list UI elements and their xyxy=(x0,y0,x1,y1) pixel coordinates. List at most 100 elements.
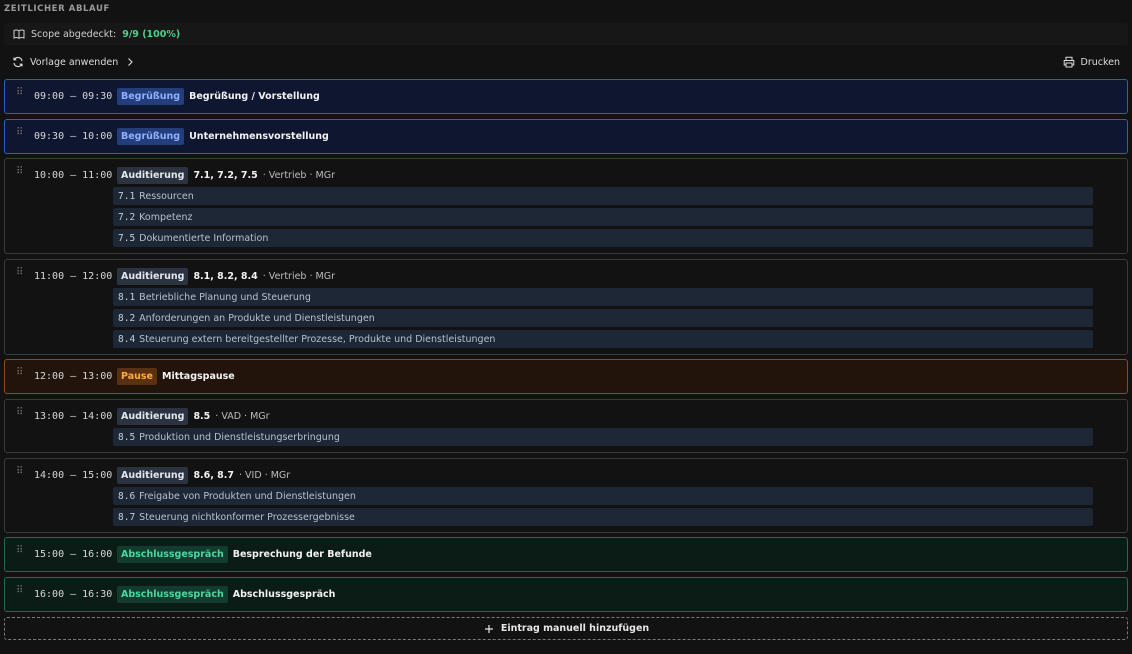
schedule-entry[interactable]: ⠿ 09:30 – 10:00 Begrüßung Unternehmensvo… xyxy=(4,119,1128,154)
entry-time: 16:00 – 16:30 xyxy=(34,588,113,600)
drag-handle-icon[interactable]: ⠿ xyxy=(16,586,23,596)
clause-number: 8.1 xyxy=(118,291,136,303)
clause-number: 8.6 xyxy=(118,490,136,502)
entry-header: 16:00 – 16:30 Abschlussgespräch Abschlus… xyxy=(34,584,335,604)
entry-type-badge: Abschlussgespräch xyxy=(117,545,228,563)
clause-number: 8.7 xyxy=(118,511,136,523)
clause-label: Ressourcen xyxy=(139,190,194,202)
entry-time: 09:30 – 10:00 xyxy=(34,130,113,142)
clause-item: 8.2 Anforderungen an Produkte und Dienstl… xyxy=(113,309,1093,327)
schedule-entry[interactable]: ⠿ 13:00 – 14:00 Auditierung 8.5 · VAD · … xyxy=(4,399,1128,453)
clause-number: 7.2 xyxy=(118,211,136,223)
schedule-entry[interactable]: ⠿ 09:00 – 09:30 Begrüßung Begrüßung / Vo… xyxy=(4,79,1128,114)
drag-handle-icon[interactable]: ⠿ xyxy=(16,88,23,98)
entry-type-badge: Auditierung xyxy=(117,267,189,285)
entry-meta: · Vertrieb · MGr xyxy=(262,169,335,181)
schedule-entry[interactable]: ⠿ 15:00 – 16:00 Abschlussgespräch Bespre… xyxy=(4,537,1128,572)
print-label: Drucken xyxy=(1080,56,1121,68)
refresh-icon xyxy=(13,56,23,68)
clause-label: Steuerung extern bereitgestellter Prozes… xyxy=(139,333,496,345)
entry-type-badge: Auditierung xyxy=(117,466,189,484)
drag-handle-icon[interactable]: ⠿ xyxy=(16,167,23,177)
entry-header: 13:00 – 14:00 Auditierung 8.5 · VAD · MG… xyxy=(34,406,270,426)
entry-time: 10:00 – 11:00 xyxy=(34,169,113,181)
toolbar: Vorlage anwenden Drucken xyxy=(4,54,1128,70)
drag-handle-icon[interactable]: ⠿ xyxy=(16,408,23,418)
entry-title: 8.6, 8.7 xyxy=(193,469,235,481)
entry-title: 8.5 xyxy=(193,410,211,422)
clause-item: 8.5 Produktion und Dienstleistungserbring… xyxy=(113,428,1093,446)
clause-label: Steuerung nichtkonformer Prozessergebnis… xyxy=(139,511,355,523)
schedule-entry[interactable]: ⠿ 12:00 – 13:00 Pause Mittagspause xyxy=(4,359,1128,394)
schedule-entry[interactable]: ⠿ 16:00 – 16:30 Abschlussgespräch Abschl… xyxy=(4,577,1128,612)
schedule-entry[interactable]: ⠿ 10:00 – 11:00 Auditierung 7.1, 7.2, 7.… xyxy=(4,158,1128,254)
clause-label: Produktion und Dienstleistungserbringung xyxy=(139,431,340,443)
entry-title: Mittagspause xyxy=(161,370,235,382)
apply-template-button[interactable]: Vorlage anwenden xyxy=(4,56,144,68)
clause-label: Anforderungen an Produkte und Dienstleis… xyxy=(139,312,375,324)
clause-number: 7.1 xyxy=(118,190,136,202)
clause-item: 7.5 Dokumentierte Information xyxy=(113,229,1093,247)
entry-title: 7.1, 7.2, 7.5 xyxy=(193,169,258,181)
entry-time: 12:00 – 13:00 xyxy=(34,370,113,382)
drag-handle-icon[interactable]: ⠿ xyxy=(16,368,23,378)
chevron-right-icon xyxy=(128,58,133,66)
clause-number: 7.5 xyxy=(118,232,136,244)
entry-meta: · VAD · MGr xyxy=(215,410,270,422)
scope-label: Scope abgedeckt: xyxy=(31,28,117,40)
scope-value: 9/9 (100%) xyxy=(122,28,181,40)
clause-number: 8.4 xyxy=(118,333,136,345)
entry-title: Unternehmensvorstellung xyxy=(189,130,329,142)
clause-item: 8.1 Betriebliche Planung und Steuerung xyxy=(113,288,1093,306)
drag-handle-icon[interactable]: ⠿ xyxy=(16,128,23,138)
entry-title: Abschlussgespräch xyxy=(232,588,336,600)
entry-header: 09:00 – 09:30 Begrüßung Begrüßung / Vors… xyxy=(34,86,320,106)
entry-title: 8.1, 8.2, 8.4 xyxy=(193,270,258,282)
schedule-entry[interactable]: ⠿ 11:00 – 12:00 Auditierung 8.1, 8.2, 8.… xyxy=(4,259,1128,355)
clause-item: 8.6 Freigabe von Produkten und Dienstleis… xyxy=(113,487,1093,505)
entry-title: Begrüßung / Vorstellung xyxy=(189,90,320,102)
entry-header: 11:00 – 12:00 Auditierung 8.1, 8.2, 8.4 … xyxy=(34,266,335,286)
clause-number: 8.2 xyxy=(118,312,136,324)
entry-header: 12:00 – 13:00 Pause Mittagspause xyxy=(34,366,235,386)
drag-handle-icon[interactable]: ⠿ xyxy=(16,467,23,477)
entry-meta: · VID · MGr xyxy=(239,469,291,481)
plus-icon xyxy=(484,624,493,633)
clause-label: Kompetenz xyxy=(139,211,193,223)
entry-header: 09:30 – 10:00 Begrüßung Unternehmensvors… xyxy=(34,126,329,146)
entry-header: 15:00 – 16:00 Abschlussgespräch Besprech… xyxy=(34,544,372,564)
add-entry-button[interactable]: Eintrag manuell hinzufügen xyxy=(4,617,1128,640)
drag-handle-icon[interactable]: ⠿ xyxy=(16,268,23,278)
entry-type-badge: Begrüßung xyxy=(117,127,185,145)
entry-type-badge: Abschlussgespräch xyxy=(117,585,228,603)
clause-label: Freigabe von Produkten und Dienstleistun… xyxy=(139,490,356,502)
apply-template-label: Vorlage anwenden xyxy=(30,56,119,68)
entry-type-badge: Auditierung xyxy=(117,166,189,184)
entry-type-badge: Begrüßung xyxy=(117,87,185,105)
clause-label: Dokumentierte Information xyxy=(139,232,269,244)
entry-time: 14:00 – 15:00 xyxy=(34,469,113,481)
clause-item: 7.1 Ressourcen xyxy=(113,187,1093,205)
entry-time: 13:00 – 14:00 xyxy=(34,410,113,422)
drag-handle-icon[interactable]: ⠿ xyxy=(16,546,23,556)
print-button[interactable]: Drucken xyxy=(1055,56,1129,68)
clause-item: 7.2 Kompetenz xyxy=(113,208,1093,226)
schedule-entry[interactable]: ⠿ 14:00 – 15:00 Auditierung 8.6, 8.7 · V… xyxy=(4,458,1128,533)
add-entry-label: Eintrag manuell hinzufügen xyxy=(500,623,650,634)
entry-time: 09:00 – 09:30 xyxy=(34,90,113,102)
entry-type-badge: Pause xyxy=(117,367,157,385)
scope-summary: Scope abgedeckt: 9/9 (100%) xyxy=(4,23,1128,45)
printer-icon xyxy=(1063,56,1074,68)
clause-label: Betriebliche Planung und Steuerung xyxy=(139,291,311,303)
section-title: ZEITLICHER ABLAUF xyxy=(4,4,110,14)
entry-title: Besprechung der Befunde xyxy=(232,548,372,560)
clause-item: 8.4 Steuerung extern bereitgestellter Pro… xyxy=(113,330,1093,348)
entry-meta: · Vertrieb · MGr xyxy=(262,270,335,282)
entry-type-badge: Auditierung xyxy=(117,407,189,425)
entry-header: 14:00 – 15:00 Auditierung 8.6, 8.7 · VID… xyxy=(34,465,290,485)
entry-time: 15:00 – 16:00 xyxy=(34,548,113,560)
clause-number: 8.5 xyxy=(118,431,136,443)
book-icon xyxy=(13,29,25,39)
clause-item: 8.7 Steuerung nichtkonformer Prozessergeb… xyxy=(113,508,1093,526)
entry-time: 11:00 – 12:00 xyxy=(34,270,113,282)
